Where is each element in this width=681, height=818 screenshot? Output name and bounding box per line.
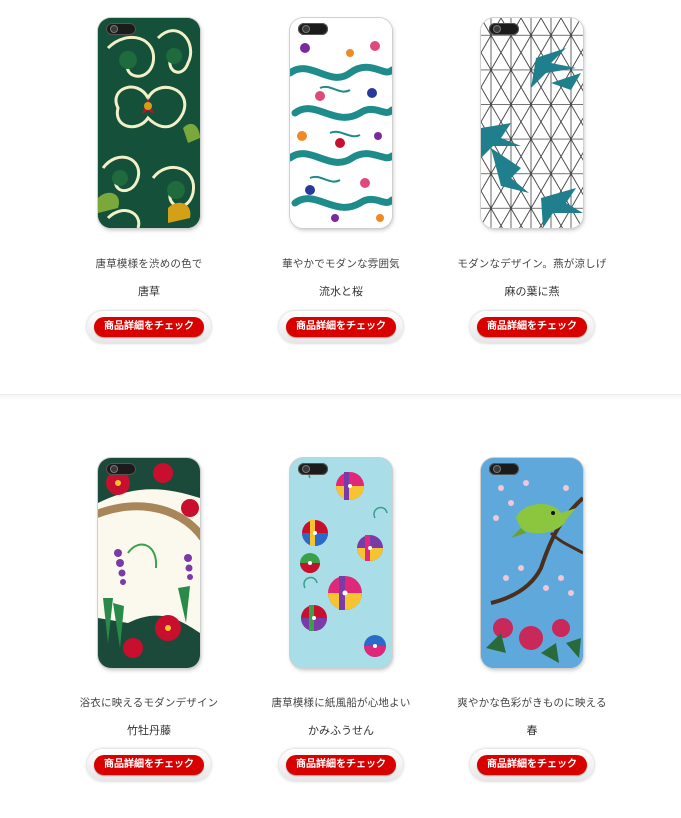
- product-image-ryusui-sakura[interactable]: [290, 18, 392, 228]
- camera-icon: [298, 23, 328, 35]
- product-image-kamifusen[interactable]: [290, 458, 392, 668]
- product-name: 麻の葉に燕: [504, 285, 560, 298]
- button-frame: 商品詳細をチェック: [470, 749, 594, 781]
- product-description: 爽やかな色彩がきものに映える: [457, 697, 607, 709]
- product-description: 浴衣に映えるモダンデザイン: [79, 697, 219, 709]
- product-description: 華やかでモダンな雰囲気: [282, 258, 400, 270]
- check-details-button[interactable]: 商品詳細をチェック: [94, 755, 204, 775]
- product-image-take-botan-fuji[interactable]: [98, 458, 200, 668]
- camera-icon: [106, 463, 136, 475]
- check-details-button[interactable]: 商品詳細をチェック: [477, 317, 587, 337]
- camera-icon: [489, 23, 519, 35]
- button-frame: 商品詳細をチェック: [279, 749, 403, 781]
- product-description: 唐草模様を渋めの色で: [95, 258, 203, 270]
- product-description: 唐草模様に紙風船が心地よい: [271, 697, 411, 709]
- button-frame: 商品詳細をチェック: [87, 749, 211, 781]
- product-row-2: 浴衣に映えるモダンデザイン 竹牡丹藤 商品詳細をチェック 唐草模様に紙風船が心地…: [0, 394, 681, 818]
- product-row-1: 唐草模様を渋めの色で 唐草 商品詳細をチェック 華やかでモダンな雰囲気 流水と桜…: [0, 0, 681, 401]
- product-image-haru[interactable]: [481, 458, 583, 668]
- camera-icon: [298, 463, 328, 475]
- product-name: 唐草: [138, 285, 160, 298]
- button-frame: 商品詳細をチェック: [279, 311, 403, 343]
- check-details-button[interactable]: 商品詳細をチェック: [477, 755, 587, 775]
- product-description: モダンなデザイン。燕が涼しげ: [457, 258, 607, 270]
- check-details-button[interactable]: 商品詳細をチェック: [286, 755, 396, 775]
- product-name: 流水と桜: [319, 285, 363, 298]
- product-name: 竹牡丹藤: [127, 724, 171, 737]
- button-frame: 商品詳細をチェック: [470, 311, 594, 343]
- check-details-button[interactable]: 商品詳細をチェック: [286, 317, 396, 337]
- camera-icon: [489, 463, 519, 475]
- product-image-karakusa[interactable]: [98, 18, 200, 228]
- product-name: 春: [526, 724, 538, 737]
- check-details-button[interactable]: 商品詳細をチェック: [94, 317, 204, 337]
- button-frame: 商品詳細をチェック: [87, 311, 211, 343]
- product-name: かみふうせん: [308, 724, 374, 737]
- camera-icon: [106, 23, 136, 35]
- product-image-asanoha-tsubame[interactable]: [481, 18, 583, 228]
